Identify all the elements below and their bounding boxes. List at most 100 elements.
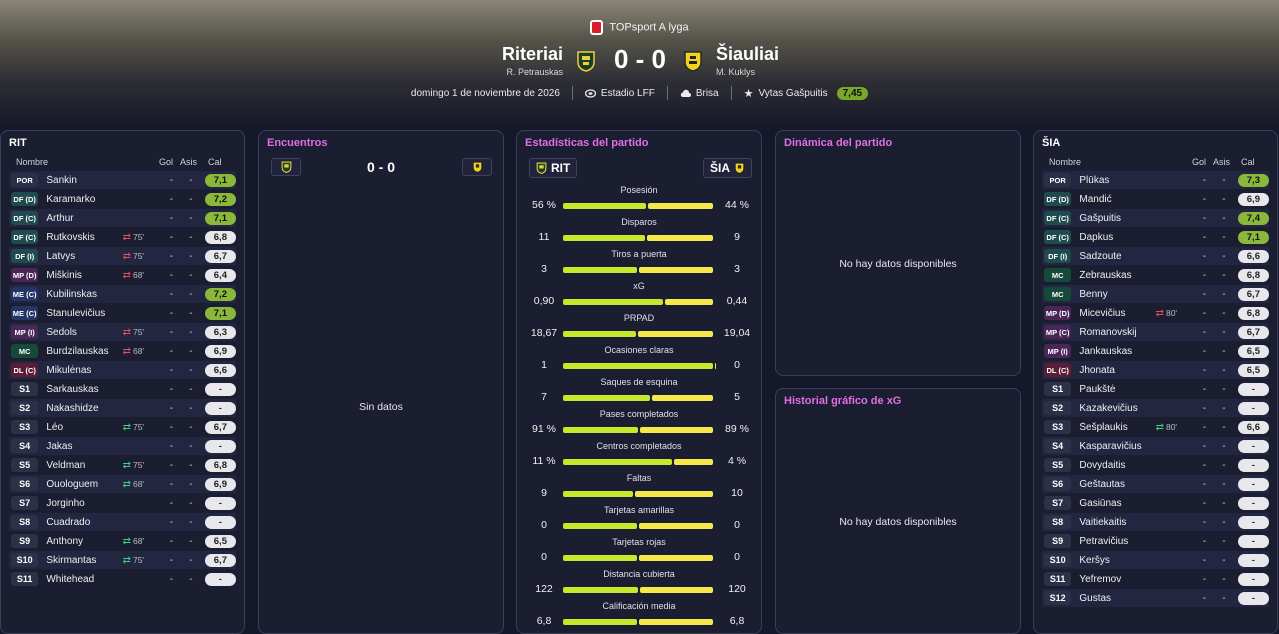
player-row[interactable]: DF (C) Arthur - -7,1 xyxy=(9,209,237,227)
player-name[interactable]: Yefremov xyxy=(1079,574,1155,585)
player-row[interactable]: S3 Léo ⇄ 75' - -6,7 xyxy=(9,418,237,436)
player-name[interactable]: Jakas xyxy=(46,441,122,452)
player-name[interactable]: Dapkus xyxy=(1079,232,1155,243)
player-row[interactable]: S10 Skirmantas ⇄ 75' - -6,7 xyxy=(9,551,237,569)
player-name[interactable]: Burdzilauskas xyxy=(46,346,122,357)
player-name[interactable]: Miškinis xyxy=(46,270,122,281)
player-name[interactable]: Geštautas xyxy=(1079,479,1155,490)
player-row[interactable]: MC Žebrauskas - -6,8 xyxy=(1042,266,1270,284)
player-row[interactable]: S1 Šarkauskas - - - xyxy=(9,380,237,398)
player-row[interactable]: MP (C) Romanovskij - -6,7 xyxy=(1042,323,1270,341)
stadium-name[interactable]: Estadio LFF xyxy=(601,88,655,99)
away-crest-icon[interactable] xyxy=(683,50,703,72)
player-row[interactable]: S2 Nakashidze - - - xyxy=(9,399,237,417)
player-row[interactable]: S6 Ouologuem ⇄ 68' - -6,9 xyxy=(9,475,237,493)
player-name[interactable]: Nakashidze xyxy=(46,403,122,414)
player-row[interactable]: S12 Gustas - - - xyxy=(1042,589,1270,607)
player-row[interactable]: DF (D) Karamarko - -7,2 xyxy=(9,190,237,208)
player-name[interactable]: Arthur xyxy=(46,213,122,224)
player-row[interactable]: DF (C) Rutkovskis ⇄ 75' - -6,8 xyxy=(9,228,237,246)
player-row[interactable]: S9 Anthony ⇄ 68' - -6,5 xyxy=(9,532,237,550)
home-team-name[interactable]: Riteriai xyxy=(502,44,563,65)
away-team-name[interactable]: Šiauliai xyxy=(716,44,779,65)
home-team-block[interactable]: Riteriai R. Petrauskas xyxy=(502,44,563,77)
player-name[interactable]: Veldman xyxy=(46,460,122,471)
col-gol-header[interactable]: Gol xyxy=(159,157,173,167)
player-name[interactable]: Romanovskij xyxy=(1079,327,1155,338)
player-name[interactable]: Jankauskas xyxy=(1079,346,1155,357)
player-name[interactable]: Latvys xyxy=(46,251,122,262)
player-name[interactable]: Stanulevičius xyxy=(46,308,122,319)
player-name[interactable]: Skirmantas xyxy=(46,555,122,566)
player-row[interactable]: S8 Vaitiekaitis - - - xyxy=(1042,513,1270,531)
player-row[interactable]: POR Plūkas - -7,3 xyxy=(1042,171,1270,189)
player-row[interactable]: S6 Geštautas - - - xyxy=(1042,475,1270,493)
player-name[interactable]: Kasparavičius xyxy=(1079,441,1155,452)
player-name[interactable]: Cuadrado xyxy=(46,517,122,528)
player-name[interactable]: Šankin xyxy=(46,175,122,186)
player-name[interactable]: Paukštė xyxy=(1079,384,1155,395)
col-cal-header[interactable]: Cal xyxy=(1241,157,1255,167)
away-coach[interactable]: M. Kuklys xyxy=(716,67,779,77)
player-name[interactable]: Léo xyxy=(46,422,122,433)
stats-home-team-tab[interactable]: RIT xyxy=(529,158,578,178)
player-name[interactable]: Mandić xyxy=(1079,194,1155,205)
player-row[interactable]: DF (C) Gašpuitis - -7,4 xyxy=(1042,209,1270,227)
player-row[interactable]: MP (D) Micevičius ⇄ 80' - -6,8 xyxy=(1042,304,1270,322)
player-row[interactable]: S5 Dovydaitis - - - xyxy=(1042,456,1270,474)
player-name[interactable]: Rutkovskis xyxy=(46,232,122,243)
home-crest-icon[interactable] xyxy=(576,50,596,72)
col-name-header[interactable]: Nombre xyxy=(1049,157,1081,167)
player-row[interactable]: S10 Keršys - - - xyxy=(1042,551,1270,569)
col-name-header[interactable]: Nombre xyxy=(16,157,48,167)
player-name[interactable]: Mikulėnas xyxy=(46,365,122,376)
player-row[interactable]: DF (D) Mandić - -6,9 xyxy=(1042,190,1270,208)
player-name[interactable]: Gašpuitis xyxy=(1079,213,1155,224)
player-row[interactable]: S2 Kazakevičius - - - xyxy=(1042,399,1270,417)
player-name[interactable]: Gustas xyxy=(1079,593,1155,604)
player-row[interactable]: S7 Jorginho - - - xyxy=(9,494,237,512)
player-name[interactable]: Benny xyxy=(1079,289,1155,300)
player-name[interactable]: Jorginho xyxy=(46,498,122,509)
player-row[interactable]: S1 Paukštė - - - xyxy=(1042,380,1270,398)
player-of-match[interactable]: ★ Vytas Gašpuitis 7,45 xyxy=(732,86,880,100)
player-name[interactable]: Plūkas xyxy=(1079,175,1155,186)
player-row[interactable]: DL (C) Jhonata - -6,5 xyxy=(1042,361,1270,379)
player-name[interactable]: Karamarko xyxy=(46,194,122,205)
away-team-block[interactable]: Šiauliai M. Kuklys xyxy=(716,44,779,77)
player-row[interactable]: S3 Šešplaukis ⇄ 80' - -6,6 xyxy=(1042,418,1270,436)
player-name[interactable]: Vaitiekaitis xyxy=(1079,517,1155,528)
player-name[interactable]: Jhonata xyxy=(1079,365,1155,376)
player-name[interactable]: Whitehead xyxy=(46,574,122,585)
player-name[interactable]: Anthony xyxy=(46,536,122,547)
col-asis-header[interactable]: Asis xyxy=(180,157,197,167)
player-name[interactable]: Petravičius xyxy=(1079,536,1155,547)
potm-name[interactable]: Vytas Gašpuitis xyxy=(759,88,828,99)
player-row[interactable]: S7 Gasiūnas - - - xyxy=(1042,494,1270,512)
player-row[interactable]: POR Šankin - -7,1 xyxy=(9,171,237,189)
player-row[interactable]: S8 Cuadrado - - - xyxy=(9,513,237,531)
stadium-info[interactable]: Estadio LFF xyxy=(573,88,667,99)
player-row[interactable]: S5 Veldman ⇄ 75' - -6,8 xyxy=(9,456,237,474)
home-coach[interactable]: R. Petrauskas xyxy=(502,67,563,77)
player-name[interactable]: Gasiūnas xyxy=(1079,498,1155,509)
player-name[interactable]: Sedols xyxy=(46,327,122,338)
stats-away-team-tab[interactable]: ŠIA xyxy=(703,158,753,178)
player-row[interactable]: MP (D) Miškinis ⇄ 68' - -6,4 xyxy=(9,266,237,284)
col-cal-header[interactable]: Cal xyxy=(208,157,222,167)
player-name[interactable]: Šešplaukis xyxy=(1079,422,1155,433)
player-row[interactable]: ME (C) Kubilinskas - -7,2 xyxy=(9,285,237,303)
player-name[interactable]: Žebrauskas xyxy=(1079,270,1155,281)
player-row[interactable]: S11 Yefremov - - - xyxy=(1042,570,1270,588)
col-gol-header[interactable]: Gol xyxy=(1192,157,1206,167)
player-name[interactable]: Kubilinskas xyxy=(46,289,122,300)
player-name[interactable]: Šarkauskas xyxy=(46,384,122,395)
player-name[interactable]: Sadzoute xyxy=(1079,251,1155,262)
player-name[interactable]: Kazakevičius xyxy=(1079,403,1155,414)
player-row[interactable]: DF (I) Sadzoute - -6,6 xyxy=(1042,247,1270,265)
player-row[interactable]: DF (I) Latvys ⇄ 75' - -6,7 xyxy=(9,247,237,265)
player-row[interactable]: MC Benny - -6,7 xyxy=(1042,285,1270,303)
player-row[interactable]: MC Burdzilauskas ⇄ 68' - -6,9 xyxy=(9,342,237,360)
player-row[interactable]: DL (C) Mikulėnas - -6,6 xyxy=(9,361,237,379)
player-row[interactable]: MP (I) Sedols ⇄ 75' - -6,3 xyxy=(9,323,237,341)
